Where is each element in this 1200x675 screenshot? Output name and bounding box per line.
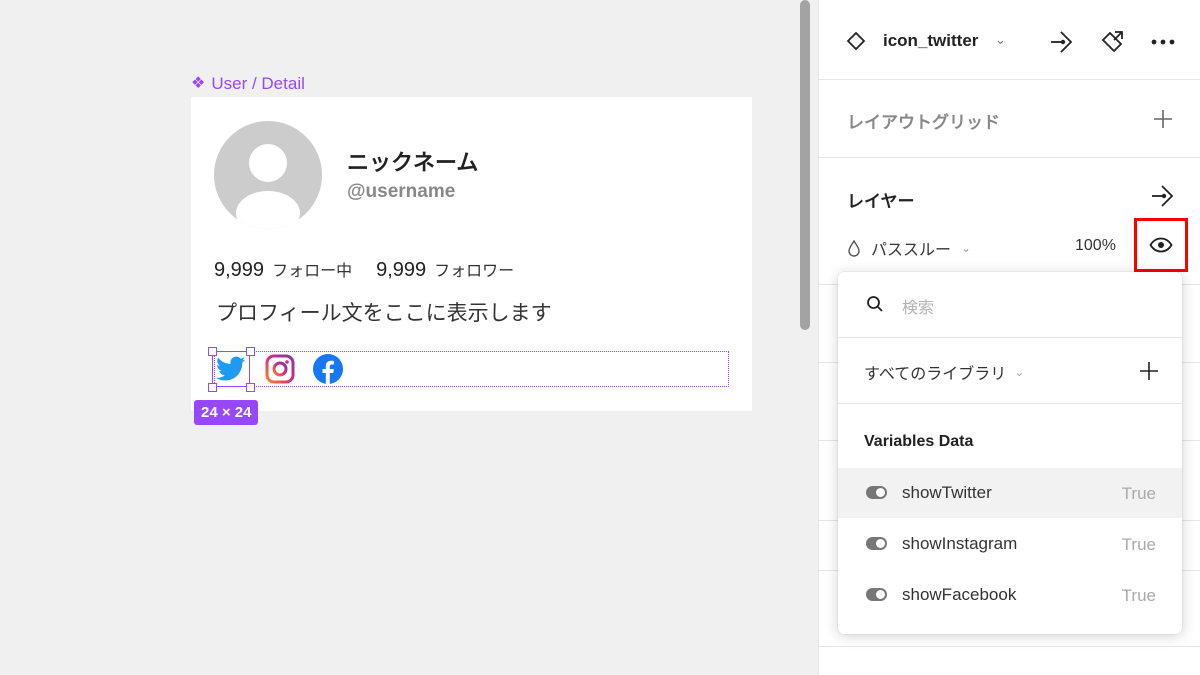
variable-row-showtwitter[interactable]: showTwitter True [838,468,1182,518]
variable-row-showfacebook[interactable]: showFacebook True [838,570,1182,620]
variables-section-title: Variables Data [864,433,974,450]
go-to-layer-icon[interactable] [1149,183,1175,209]
variable-value: True [1121,586,1156,605]
nickname: ニックネーム [347,150,479,175]
component-instance-icon [847,32,865,50]
avatar [214,121,322,229]
component-header: icon_twitter ⌄ [819,0,1200,80]
resize-handle-br[interactable] [246,383,255,392]
library-selector[interactable]: すべてのライブラリ ⌄ [864,360,1024,384]
facebook-icon[interactable] [312,353,344,385]
selection-box[interactable] [212,351,250,387]
go-to-main-component-icon[interactable] [1047,28,1075,56]
followers-label: フォロワー [434,263,515,280]
opacity-value[interactable]: 100% [1075,237,1116,255]
resize-handle-bl[interactable] [208,383,217,392]
divider [819,646,1200,647]
variable-row-showinstagram[interactable]: showInstagram True [838,519,1182,569]
add-layout-grid-icon[interactable] [1153,109,1173,129]
username: @username [347,181,456,202]
following-count: 9,999 [214,259,265,281]
variable-value: True [1121,535,1156,554]
size-badge: 24 × 24 [194,400,259,425]
detach-instance-icon[interactable] [1098,28,1126,56]
layout-grid-title: レイアウトグリッド [847,113,1000,132]
drop-icon [848,239,860,257]
add-variable-icon[interactable] [1139,361,1159,381]
search-bar[interactable]: 検索 [838,272,1182,338]
blend-mode-label: パススルー [871,242,952,259]
component-name[interactable]: icon_twitter [883,31,978,51]
followers-count: 9,999 [376,259,427,281]
boolean-toggle-icon [866,588,887,601]
profile-bio: プロフィール文をここに表示します [216,302,552,325]
variable-name: showTwitter [902,483,992,502]
library-selector-label: すべてのライブラリ [864,366,1007,383]
search-input[interactable]: 検索 [902,294,934,318]
layout-grid-section: レイアウトグリッド [819,80,1200,158]
resize-handle-tl[interactable] [208,347,217,356]
frame-label-text: User / Detail [211,74,305,93]
eye-icon [1149,237,1173,253]
following-label: フォロー中 [272,263,353,280]
chevron-down-icon[interactable]: ⌄ [995,32,1006,48]
design-canvas[interactable]: ❖ User / Detail ニックネーム @username 9,999 フ… [0,0,800,675]
frame-label[interactable]: ❖ User / Detail [191,74,305,94]
library-row: すべてのライブラリ ⌄ [838,338,1182,404]
instagram-icon[interactable] [264,353,296,385]
chevron-down-icon: ⌄ [1014,365,1025,379]
blend-mode-selector[interactable]: パススルー ⌄ [847,236,971,260]
layer-visibility-button[interactable] [1134,218,1188,272]
chevron-down-icon: ⌄ [961,241,972,255]
resize-handle-tr[interactable] [246,347,255,356]
canvas-scrollbar[interactable] [800,0,810,330]
more-options-icon[interactable] [1149,28,1177,56]
variable-name: showInstagram [902,534,1018,553]
variables-popover: 検索 すべてのライブラリ ⌄ Variables Data showTwitte… [838,272,1182,634]
component-icon: ❖ [191,75,206,92]
variable-name: showFacebook [902,585,1017,604]
boolean-toggle-icon [866,537,887,550]
follow-stats: 9,999 フォロー中 9,999 フォロワー [214,257,538,282]
avatar-placeholder-icon [236,144,300,229]
boolean-toggle-icon [866,486,887,499]
variable-value: True [1121,484,1156,503]
layer-section-title: レイヤー [847,192,915,211]
search-icon [867,296,883,312]
